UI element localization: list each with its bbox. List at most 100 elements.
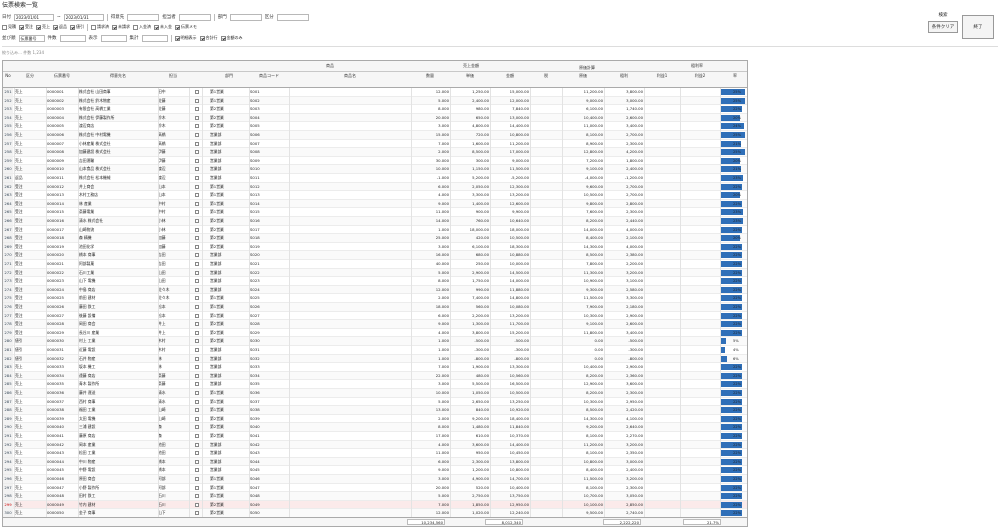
table-row[interactable]: 294 売上 0000044 中川 物産 橋本 営業部 S044 6.000 2,300.00 1…: [3, 457, 747, 467]
row-checkbox[interactable]: [195, 219, 199, 223]
row-checkbox[interactable]: [195, 365, 199, 370]
row-checkbox[interactable]: [195, 90, 199, 94]
checkbox-icon[interactable]: [175, 24, 180, 30]
table-row[interactable]: 259 売上 0000009 吉田運輸 伊藤 営業部 S009 30.000 300.00 9,0…: [3, 156, 747, 166]
row-checkbox[interactable]: [195, 296, 199, 301]
row-checkbox[interactable]: [195, 210, 199, 215]
table-row[interactable]: 276 受注 0000026 藤田 鉄工 松本 第1営業 S026 18.000 560.00 1…: [3, 303, 747, 312]
checkbox-icon[interactable]: [19, 24, 24, 30]
table-row[interactable]: 263 受注 0000013 木村工務店 山本 第1営業 S013 4.000 3,300.00…: [3, 191, 747, 200]
row-checkbox[interactable]: [195, 502, 199, 507]
filter-checkbox[interactable]: 請求済: [91, 24, 109, 30]
table-row[interactable]: 267 受注 0000017 山崎物流 小林 第2営業 S017 1.000 18,000.00…: [3, 225, 747, 235]
column-header-rate1[interactable]: 利益1: [645, 73, 679, 79]
filter-checkbox[interactable]: 未請求: [112, 24, 130, 30]
row-checkbox[interactable]: [195, 193, 199, 198]
option-select[interactable]: 伝票番号: [18, 34, 45, 42]
table-row[interactable]: 284 売上 0000034 遠藤 商店 斎藤 営業部 S034 22.000 480.00 10…: [3, 371, 747, 381]
option-checkbox[interactable]: 合計行: [199, 35, 218, 41]
option-select[interactable]: [59, 34, 86, 42]
row-checkbox[interactable]: [195, 184, 199, 189]
header-group-sales[interactable]: 売上金額: [411, 63, 531, 69]
table-row[interactable]: 287 売上 0000037 西村 商事 清水 第1営業 S037 5.000 2,650.00…: [3, 397, 747, 407]
row-checkbox[interactable]: [195, 141, 199, 146]
filter-input[interactable]: 2023/01/01: [14, 13, 54, 21]
row-checkbox[interactable]: [195, 305, 199, 309]
table-row[interactable]: 253 売上 0000003 有限会社 高橋工業 佐藤 第2営業 S003 8.000 980.…: [3, 105, 747, 114]
row-checkbox[interactable]: [195, 287, 199, 292]
table-row[interactable]: 256 売上 0000006 株式会社 中村電機 高橋 営業部 S006 15.000 720.…: [3, 131, 747, 140]
table-row[interactable]: 280 値引 0000030 村上 工業 木村 第2営業 S030 1.000 -500.00 -…: [3, 337, 747, 346]
close-button[interactable]: 終了: [962, 15, 994, 39]
column-header-name[interactable]: 商品名: [290, 73, 410, 79]
row-checkbox[interactable]: [195, 356, 199, 361]
row-checkbox[interactable]: [195, 451, 199, 456]
checkbox-icon[interactable]: [112, 24, 117, 30]
table-row[interactable]: 254 売上 0000004 株式会社 伊藤製作所 鈴木 第2営業 S004 20.000 65…: [3, 113, 747, 123]
table-row[interactable]: 299 売上 0000049 竹内 建材 石川 第2営業 S049 7.000 1,850.00…: [3, 500, 747, 510]
column-header-denno[interactable]: 伝票番号: [47, 73, 77, 79]
row-checkbox[interactable]: [195, 244, 199, 249]
table-row[interactable]: 292 売上 0000042 岡本 産業 池田 営業部 S042 4.000 3,600.00 1…: [3, 440, 747, 450]
filter-checkbox[interactable]: 売上: [36, 24, 50, 30]
table-row[interactable]: 258 売上 0000008 加藤建設 株式会社 伊藤 営業部 S008 2.000 8,500…: [3, 148, 747, 157]
checkbox-icon[interactable]: [91, 24, 96, 30]
table-row[interactable]: 266 受注 0000016 清水 株式会社 小林 第2営業 S016 14.000 760.0…: [3, 217, 747, 226]
column-header-bumon[interactable]: 部門: [210, 73, 248, 79]
column-header-kubun[interactable]: 区分: [15, 73, 45, 79]
row-checkbox[interactable]: [195, 322, 199, 327]
filter-input[interactable]: [127, 13, 160, 21]
search-button[interactable]: 検索: [928, 11, 958, 19]
table-row[interactable]: 282 値引 0000032 石井 物産 林 営業部 S032 1.000 -800.00 -80…: [3, 354, 747, 364]
table-row[interactable]: 272 受注 0000022 石川工業 山田 営業部 S022 5.000 2,900.00 14…: [3, 268, 747, 278]
row-checkbox[interactable]: [195, 348, 199, 352]
row-checkbox[interactable]: [195, 425, 199, 430]
table-row[interactable]: 277 受注 0000027 後藤 設備 松本 第1営業 S027 6.000 2,200.00…: [3, 311, 747, 321]
column-header-amount[interactable]: 金額: [491, 73, 529, 79]
row-checkbox[interactable]: [195, 279, 199, 284]
row-checkbox[interactable]: [195, 150, 199, 155]
option-select[interactable]: [100, 34, 127, 42]
table-row[interactable]: 251 売上 0000001 株式会社 山田商事 田中 第1営業 S001 12.000 1,2…: [3, 88, 747, 97]
checkbox-icon[interactable]: [53, 24, 58, 30]
table-row[interactable]: 291 売上 0000041 藤原 商店 森 第2営業 S041 17.000 610.00 10…: [3, 432, 747, 441]
row-checkbox[interactable]: [195, 434, 199, 438]
row-checkbox[interactable]: [195, 115, 199, 120]
column-header-tax[interactable]: 税: [531, 73, 561, 79]
row-checkbox[interactable]: [195, 408, 199, 413]
header-group-margin[interactable]: 粗利率: [645, 63, 747, 69]
column-header-rn[interactable]: No: [3, 73, 13, 78]
row-checkbox[interactable]: [195, 382, 199, 387]
filter-checkbox[interactable]: 値引: [70, 24, 84, 30]
table-row[interactable]: 262 受注 0000012 井上商会 山本 第1営業 S012 6.000 2,050.00 1…: [3, 182, 747, 192]
row-checkbox[interactable]: [195, 253, 199, 258]
table-row[interactable]: 265 受注 0000015 斎藤電業 中村 第1営業 S015 11.000 900.00 9,…: [3, 208, 747, 217]
table-row[interactable]: 279 受注 0000029 長谷川 産業 井上 第2営業 S029 4.000 3,800.0…: [3, 328, 747, 338]
column-header-qty[interactable]: 数量: [411, 73, 449, 79]
checkbox-icon[interactable]: [133, 24, 138, 30]
row-checkbox[interactable]: [195, 270, 199, 275]
table-row[interactable]: 290 売上 0000040 三浦 建設 森 第2営業 S040 8.000 1,480.00 1…: [3, 423, 747, 432]
row-checkbox[interactable]: [195, 133, 199, 137]
filter-checkbox[interactable]: 見積: [2, 24, 16, 30]
table-row[interactable]: 270 受注 0000020 橋本 商事 吉田 営業部 S020 16.000 680.00 10…: [3, 251, 747, 260]
filter-checkbox[interactable]: 受注: [19, 24, 33, 30]
table-row[interactable]: 260 売上 0000010 山本食品 株式会社 渡辺 営業部 S010 10.000 1,15…: [3, 165, 747, 174]
option-select[interactable]: [141, 34, 168, 42]
checkbox-icon[interactable]: [174, 35, 180, 41]
table-row[interactable]: 298 売上 0000048 田村 鉄工 石川 第1営業 S048 5.000 2,750.00…: [3, 492, 747, 501]
row-checkbox[interactable]: [195, 459, 199, 464]
row-checkbox[interactable]: [195, 227, 199, 232]
row-checkbox[interactable]: [195, 416, 199, 421]
column-header-tokui[interactable]: 得意先名: [79, 73, 157, 79]
checkbox-icon[interactable]: [36, 24, 41, 30]
table-row[interactable]: 269 受注 0000019 池田化学 加藤 第2営業 S019 3.000 6,100.00 1…: [3, 242, 747, 252]
table-row[interactable]: 295 売上 0000045 中野 電設 橋本 営業部 S045 9.000 1,200.00 1…: [3, 466, 747, 475]
row-checkbox[interactable]: [195, 485, 199, 490]
row-checkbox[interactable]: [195, 373, 199, 378]
table-row[interactable]: 285 売上 0000035 青木 製作所 斎藤 営業部 S035 3.000 5,500.00…: [3, 380, 747, 389]
table-row[interactable]: 283 売上 0000033 坂本 機工 林 営業部 S033 7.000 1,900.00 13…: [3, 363, 747, 372]
table-row[interactable]: 252 売上 0000002 株式会社 鈴木物産 佐藤 第1営業 S002 5.000 2,40…: [3, 96, 747, 106]
column-header-pct[interactable]: 率: [721, 73, 747, 79]
filter-checkbox[interactable]: 未入金: [154, 24, 172, 30]
